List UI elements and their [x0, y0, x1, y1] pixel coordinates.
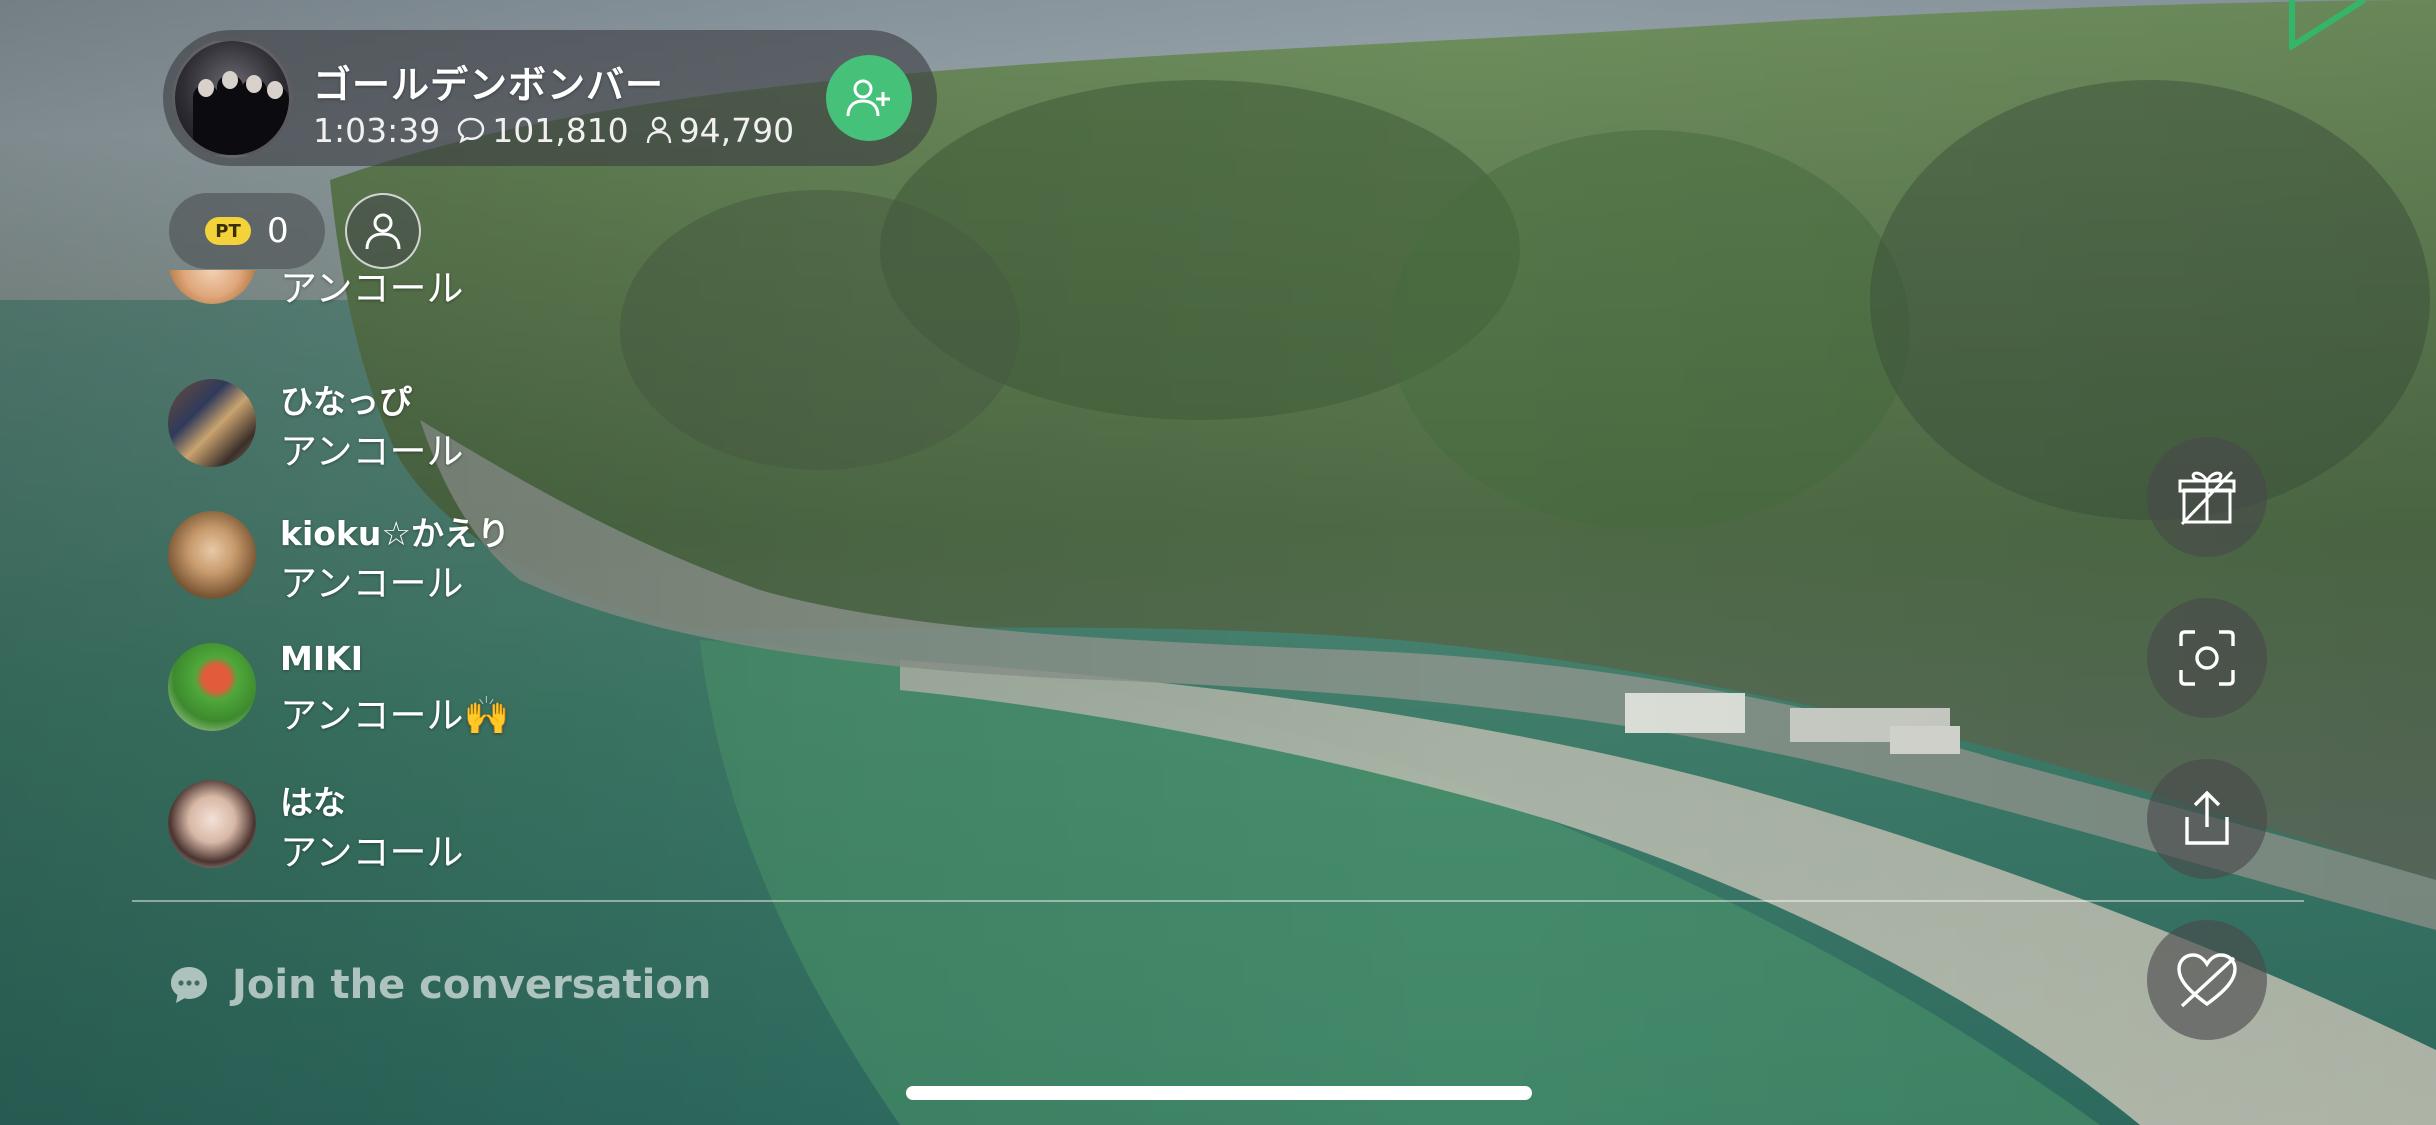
comment-text: アンコール — [280, 831, 464, 874]
viewer-count: 94,790 — [645, 111, 794, 150]
comment-text: アンコール — [280, 562, 464, 605]
comment-avatar[interactable] — [168, 643, 256, 731]
comment-avatar[interactable] — [168, 780, 256, 868]
conversation-input[interactable]: Join the conversation — [168, 955, 711, 1015]
live-logo-icon — [2289, 0, 2366, 50]
elapsed-time: 1:03:39 — [313, 111, 440, 150]
viewer-count-value: 94,790 — [678, 110, 795, 150]
comment-count: 101,810 — [456, 110, 629, 150]
broadcaster-avatar[interactable] — [172, 38, 292, 158]
pt-badge: PT — [205, 217, 251, 245]
comment-text: アンコール🙌 — [280, 694, 510, 737]
comment-count-value: 101,810 — [492, 110, 629, 150]
share-button[interactable] — [2147, 759, 2267, 879]
comment-avatar[interactable] — [168, 511, 256, 599]
comment-avatar[interactable] — [168, 379, 256, 467]
follow-button[interactable] — [826, 55, 912, 141]
user-icon — [365, 213, 401, 250]
profile-button[interactable] — [345, 193, 421, 269]
divider — [132, 900, 2304, 902]
share-icon — [2185, 790, 2229, 845]
screenshot-icon — [2179, 630, 2235, 686]
gift-button[interactable] — [2147, 437, 2267, 557]
chat-bubble-icon — [171, 967, 207, 1003]
comment-text: アンコール — [280, 430, 464, 473]
screenshot-button[interactable] — [2147, 598, 2267, 718]
comment-icon — [458, 117, 485, 144]
home-indicator[interactable] — [906, 1086, 1532, 1100]
comment-username[interactable]: はな — [280, 776, 346, 824]
comment-text: アンコール — [280, 270, 464, 310]
broadcaster-card[interactable]: ゴールデンボンバー 1:03:39 101,810 94,790 — [163, 30, 937, 166]
broadcast-stats: 1:03:39 101,810 94,790 — [313, 110, 810, 150]
comment-avatar[interactable] — [168, 270, 256, 304]
heart-icon — [2177, 953, 2237, 1008]
comment-username[interactable]: MIKI — [280, 639, 363, 678]
add-user-icon — [846, 79, 890, 117]
comment-username[interactable]: ひなっぴ — [280, 375, 412, 423]
points-value: 0 — [267, 211, 289, 251]
like-button[interactable] — [2147, 920, 2267, 1040]
viewer-icon — [646, 116, 671, 144]
elapsed-time-value: 1:03:39 — [313, 110, 441, 150]
comment-username[interactable]: kioku☆かえり — [280, 507, 510, 555]
gift-icon — [2178, 470, 2236, 526]
comment-feed[interactable]: アンコール ひなっぴ アンコール kioku☆かえり アンコール MIKI アン… — [0, 270, 900, 890]
conversation-placeholder[interactable]: Join the conversation — [232, 962, 711, 1008]
channel-name[interactable]: ゴールデンボンバー — [313, 54, 664, 109]
points-button[interactable]: PT 0 — [169, 193, 325, 269]
